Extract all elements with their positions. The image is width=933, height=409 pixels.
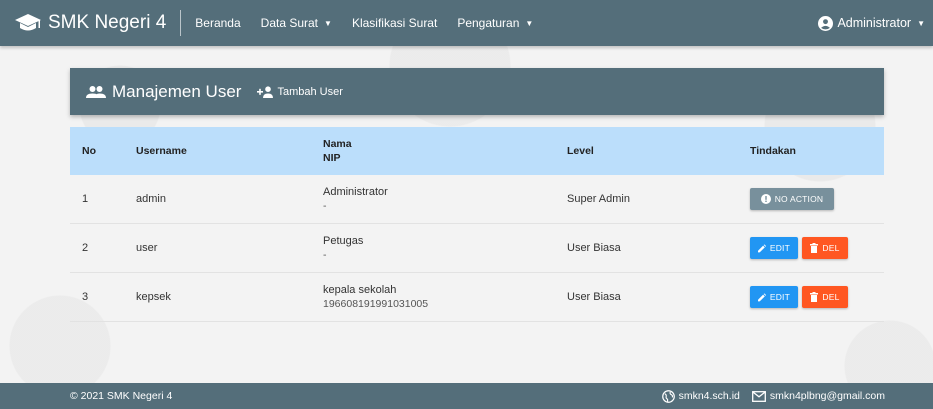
- header-nama: Nama: [323, 138, 352, 150]
- delete-label: DEL: [822, 243, 840, 253]
- user-menu-label: Administrator: [837, 16, 912, 30]
- delete-button[interactable]: DEL: [802, 286, 848, 308]
- cell-level: User Biasa: [567, 242, 621, 254]
- cell-actions: EDIT DEL: [750, 286, 884, 308]
- people-icon: [86, 85, 106, 98]
- trash-icon: [810, 292, 819, 302]
- person-add-icon: [257, 85, 274, 98]
- pencil-icon: [758, 292, 766, 301]
- add-user-label: Tambah User: [277, 85, 343, 98]
- cell-level: Super Admin: [567, 193, 630, 205]
- top-navbar: SMK Negeri 4 Beranda Data Surat ▼ Klasif…: [0, 0, 933, 46]
- user-menu[interactable]: Administrator ▼: [818, 0, 925, 46]
- cell-nip: -: [323, 249, 327, 261]
- nav-klasifikasi-surat[interactable]: Klasifikasi Surat: [352, 16, 437, 30]
- copyright-text: © 2021 SMK Negeri 4: [70, 390, 173, 402]
- cell-no: 3: [82, 291, 89, 303]
- header-username: Username: [136, 145, 187, 157]
- cell-nama: Petugas: [323, 235, 364, 247]
- table-row: 1 admin Administrator - Super Admin NO A…: [70, 175, 884, 224]
- info-icon: [760, 194, 771, 204]
- cell-actions: NO ACTION: [750, 188, 884, 210]
- edit-button[interactable]: EDIT: [750, 286, 798, 308]
- header-nama-nip: Nama NIP: [323, 137, 567, 165]
- email-link[interactable]: smkn4plbng@gmail.com: [770, 390, 885, 402]
- nav-klasifikasi-surat-label: Klasifikasi Surat: [351, 16, 438, 30]
- nav-beranda-label: Beranda: [195, 16, 241, 30]
- no-action-label: NO ACTION: [774, 194, 824, 204]
- footer: © 2021 SMK Negeri 4 smkn4.sch.id smkn4pl…: [0, 383, 933, 409]
- card-header: Manajemen User Tambah User: [70, 68, 884, 115]
- no-action-button[interactable]: NO ACTION: [750, 188, 834, 210]
- brand-divider: [180, 10, 182, 36]
- nav-data-surat-label: Data Surat: [260, 16, 319, 30]
- cell-level: User Biasa: [567, 291, 621, 303]
- globe-icon: [661, 389, 675, 403]
- delete-label: DEL: [822, 292, 840, 302]
- cell-no: 1: [82, 193, 89, 205]
- edit-label: EDIT: [769, 292, 790, 302]
- nav-beranda[interactable]: Beranda: [195, 16, 240, 30]
- page-title: Manajemen User: [112, 81, 242, 101]
- table-row: 2 user Petugas - User Biasa EDIT DEL: [70, 224, 884, 273]
- table-header: No Username Nama NIP Level Tindakan: [70, 127, 884, 175]
- header-no: No: [82, 145, 96, 157]
- caret-down-icon: ▼: [525, 18, 534, 28]
- header-nip: NIP: [323, 152, 341, 164]
- website-link[interactable]: smkn4.sch.id: [679, 390, 740, 402]
- cell-nama: Administrator: [323, 186, 388, 198]
- pencil-icon: [758, 243, 766, 252]
- cell-username: kepsek: [136, 291, 171, 303]
- account-circle-icon: [818, 15, 834, 31]
- cell-nama-nip: Administrator -: [323, 185, 567, 213]
- nav-pengaturan[interactable]: Pengaturan ▼: [457, 16, 533, 30]
- brand[interactable]: SMK Negeri 4: [0, 0, 166, 46]
- cell-username: user: [136, 242, 158, 254]
- edit-label: EDIT: [769, 243, 790, 253]
- footer-contacts: smkn4.sch.id smkn4plbng@gmail.com: [661, 389, 885, 403]
- cell-no: 2: [82, 242, 89, 254]
- cell-username: admin: [136, 193, 166, 205]
- edit-button[interactable]: EDIT: [750, 237, 798, 259]
- brand-name: SMK Negeri 4: [48, 12, 167, 33]
- trash-icon: [810, 243, 819, 253]
- user-table: No Username Nama NIP Level Tindakan 1 ad…: [70, 127, 884, 322]
- header-tindakan: Tindakan: [750, 145, 796, 157]
- caret-down-icon: ▼: [917, 18, 925, 28]
- graduation-cap-icon: [15, 14, 41, 31]
- cell-nip: 196608191991031005: [323, 298, 429, 310]
- add-user-button[interactable]: Tambah User: [257, 85, 343, 98]
- caret-down-icon: ▼: [324, 18, 332, 28]
- header-level: Level: [567, 145, 594, 157]
- cell-nama-nip: Petugas -: [323, 234, 567, 262]
- cell-nama-nip: kepala sekolah 196608191991031005: [323, 283, 567, 311]
- mail-icon: [751, 390, 766, 402]
- delete-button[interactable]: DEL: [802, 237, 848, 259]
- nav-pengaturan-label: Pengaturan: [457, 16, 520, 30]
- nav-data-surat[interactable]: Data Surat ▼: [261, 16, 332, 30]
- cell-nip: -: [323, 200, 327, 212]
- table-row: 3 kepsek kepala sekolah 1966081919910310…: [70, 273, 884, 322]
- cell-actions: EDIT DEL: [750, 237, 884, 259]
- cell-nama: kepala sekolah: [323, 284, 397, 296]
